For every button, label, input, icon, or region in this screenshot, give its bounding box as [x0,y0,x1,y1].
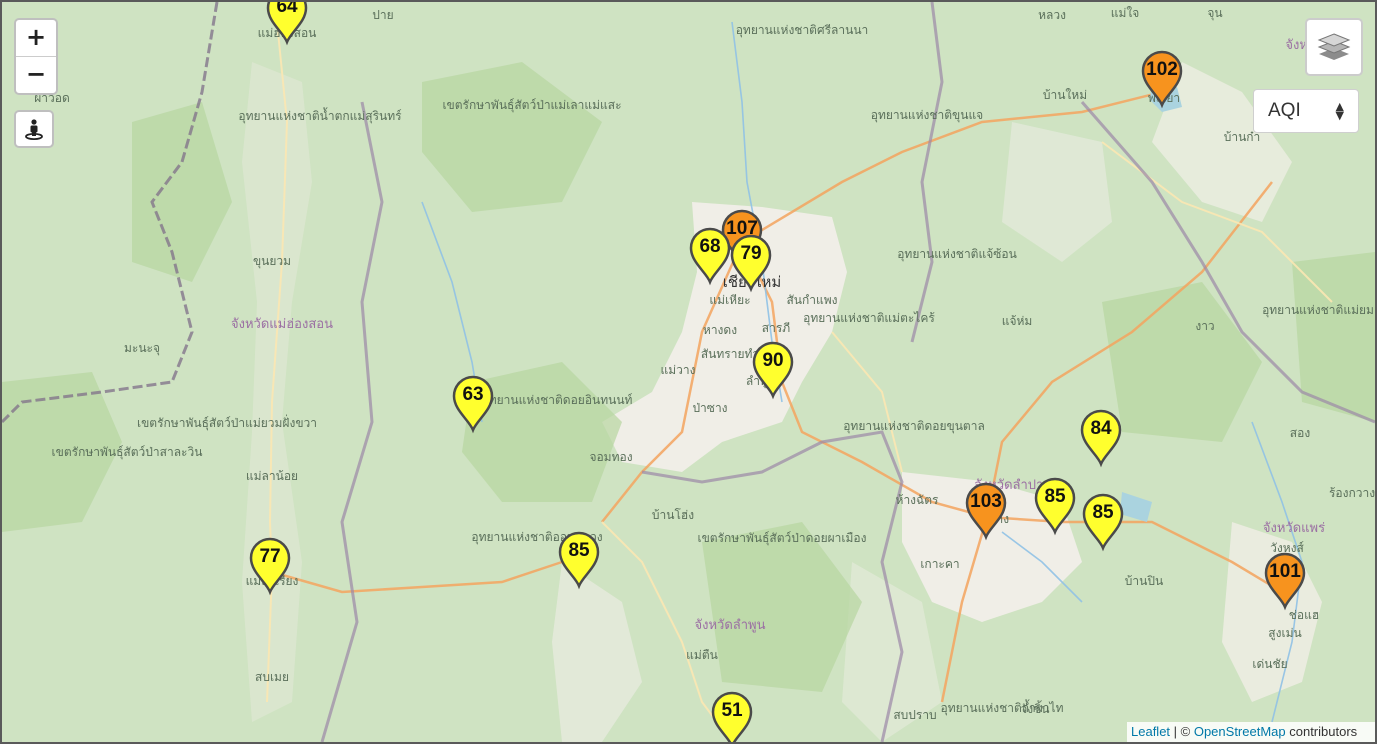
place-label: สันทรายทำ [701,347,759,361]
aqi-value: 79 [740,243,761,264]
place-label: จังหวัดแพร่ [1263,521,1325,536]
place-label: ห้างฉัตร [896,493,939,507]
base-map[interactable]: ปายอุทยานแห่งชาติศรีลานนา หลวง แม่ใจ จุนจัง… [2,2,1375,742]
place-label: อุทยานแห่งชาติแม่ตะไคร้ [803,311,935,326]
place-label: แม่ลาน้อย [246,469,298,483]
place-label: เขตรักษาพันธุ์สัตว์ป่าแม่ยวมฝั่งขวา [137,414,317,431]
place-label: อุทยานแห่งชาติแจ้ซ้อน [897,247,1017,262]
place-label: เขตรักษาพันธุ์สัตว์ป่าแม่เลาแม่แสะ [442,98,621,113]
map-attribution: Leaflet | © OpenStreetMap contributors [1127,722,1375,742]
aqi-marker[interactable]: 85 [1082,493,1124,552]
place-label: อุทยานแห่งชาติแม่ยม [1262,303,1374,318]
zoom-in-button[interactable]: + [16,20,56,56]
place-label: อุทยานแห่งชาติดอยขุนตาล [843,419,985,434]
place-label: เขตรักษาพันธุ์สัตว์ป่าดอยผาเมือง [698,531,867,546]
place-label: ช่อแฮ [1289,608,1319,622]
layers-button[interactable] [1305,18,1363,76]
place-label: สบปราบ [893,708,936,722]
aqi-select-value: AQI [1268,100,1301,121]
openstreetmap-link[interactable]: OpenStreetMap [1194,724,1286,739]
aqi-value: 64 [276,2,298,17]
place-label: จังหวัดแม่ฮ่องสอน [231,317,333,332]
place-label: มะนะจุ [124,341,160,356]
place-label: แม่เหียะ [709,293,750,307]
place-label: เกาะคา [920,557,959,571]
aqi-value: 68 [699,236,720,257]
aqi-value: 102 [1146,59,1178,80]
layers-icon [1317,33,1351,60]
aqi-value: 77 [259,546,280,567]
zoom-out-button[interactable]: − [16,56,56,93]
place-label: จังหวัดลำพูน [695,618,766,633]
place-label: สารภี [762,321,791,335]
place-label: อุทยานแห่งชาติดอยอินทนนท์ [482,393,633,408]
place-label: เขตรักษาพันธุ์สัตว์ป่าสาละวิน [52,445,203,460]
aqi-value: 51 [721,700,743,721]
attribution-suffix: contributors [1285,724,1358,739]
place-label: ปาย [372,8,393,22]
place-label: อุทยานแห่งชาติขุนแจ [871,108,983,123]
map-container[interactable]: ปายอุทยานแห่งชาติศรีลานนา หลวง แม่ใจ จุนจัง… [0,0,1377,744]
place-label: สบเมย [255,670,289,684]
street-view-button[interactable] [14,110,54,148]
aqi-value: 63 [462,384,483,405]
place-label: ขุนยวม [253,254,291,269]
place-label: สูงเม่น [1268,626,1301,641]
aqi-value: 101 [1269,561,1301,582]
place-label: จอมทอง [589,450,632,464]
place-label: สอง [1290,426,1310,440]
place-label: แม่วาง [661,363,696,377]
attribution-separator: | © [1170,724,1194,739]
place-label: จุน [1207,6,1222,21]
place-label: อุทยานแห่งชาติศรีลานนา [736,23,869,38]
aqi-value: 85 [568,540,590,561]
place-label: แจ้ห่ม [1002,314,1033,328]
zoom-control: + − [14,18,58,95]
street-view-icon [25,119,43,140]
place-label: แม่ใจ [1111,6,1140,20]
place-label: วังชิ้น [1021,700,1050,716]
place-label: สันกำแพง [786,293,837,307]
select-arrows-icon: ▲ ▼ [1335,100,1344,122]
aqi-value: 85 [1044,486,1066,507]
leaflet-link[interactable]: Leaflet [1131,724,1170,739]
place-label: ป่าซาง [692,401,727,415]
lake [1120,492,1152,522]
place-label: ร้องกวาง [1329,486,1375,500]
aqi-value: 90 [762,350,783,371]
place-label: งาว [1195,319,1214,333]
place-label: แม่ตืน [686,648,718,662]
aqi-marker[interactable]: 84 [1080,409,1122,468]
place-label: หลวง [1038,8,1066,22]
place-label: บ้านปิน [1125,574,1163,588]
place-label: เด่นชัย [1252,657,1287,671]
place-label: หางดง [703,323,737,337]
aqi-value: 84 [1090,418,1112,439]
place-label: อุทยานแห่งชาติน้ำตกแม่สุรินทร์ [238,107,402,124]
place-label: บ้านโฮ่ง [652,508,694,522]
place-label: บ้านใหม่ [1043,88,1087,102]
aqi-value: 85 [1092,502,1114,523]
aqi-select[interactable]: AQI ▲ ▼ [1253,89,1359,133]
aqi-marker[interactable]: 51 [711,691,753,742]
aqi-value: 103 [970,491,1002,512]
